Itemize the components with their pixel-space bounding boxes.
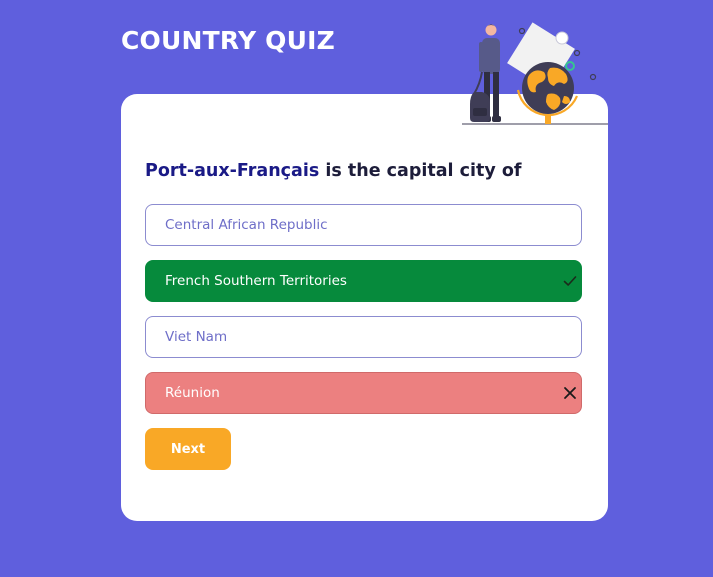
question-text: Port-aux-Français is the capital city of bbox=[145, 161, 522, 181]
answer-option-3[interactable]: Viet Nam bbox=[145, 316, 582, 358]
question-suffix: is the capital city of bbox=[319, 161, 522, 181]
answer-option-1[interactable]: Central African Republic bbox=[145, 204, 582, 246]
answer-option-label: Central African Republic bbox=[165, 217, 328, 233]
quiz-card: Port-aux-Français is the capital city of… bbox=[121, 94, 608, 521]
answer-option-label: French Southern Territories bbox=[165, 273, 347, 289]
app-root: COUNTRY QUIZ Port-aux-Français is the ca… bbox=[0, 0, 713, 577]
answer-option-2[interactable]: French Southern Territories bbox=[145, 260, 582, 302]
next-button[interactable]: Next bbox=[145, 428, 231, 470]
question-city: Port-aux-Français bbox=[145, 161, 320, 181]
answer-option-4[interactable]: Réunion bbox=[145, 372, 582, 414]
answer-option-label: Réunion bbox=[165, 385, 220, 401]
traveler-globe-illustration bbox=[462, 22, 608, 125]
answer-option-label: Viet Nam bbox=[165, 329, 228, 345]
check-icon bbox=[563, 276, 577, 286]
cross-icon bbox=[564, 387, 576, 399]
app-title: COUNTRY QUIZ bbox=[121, 26, 335, 55]
